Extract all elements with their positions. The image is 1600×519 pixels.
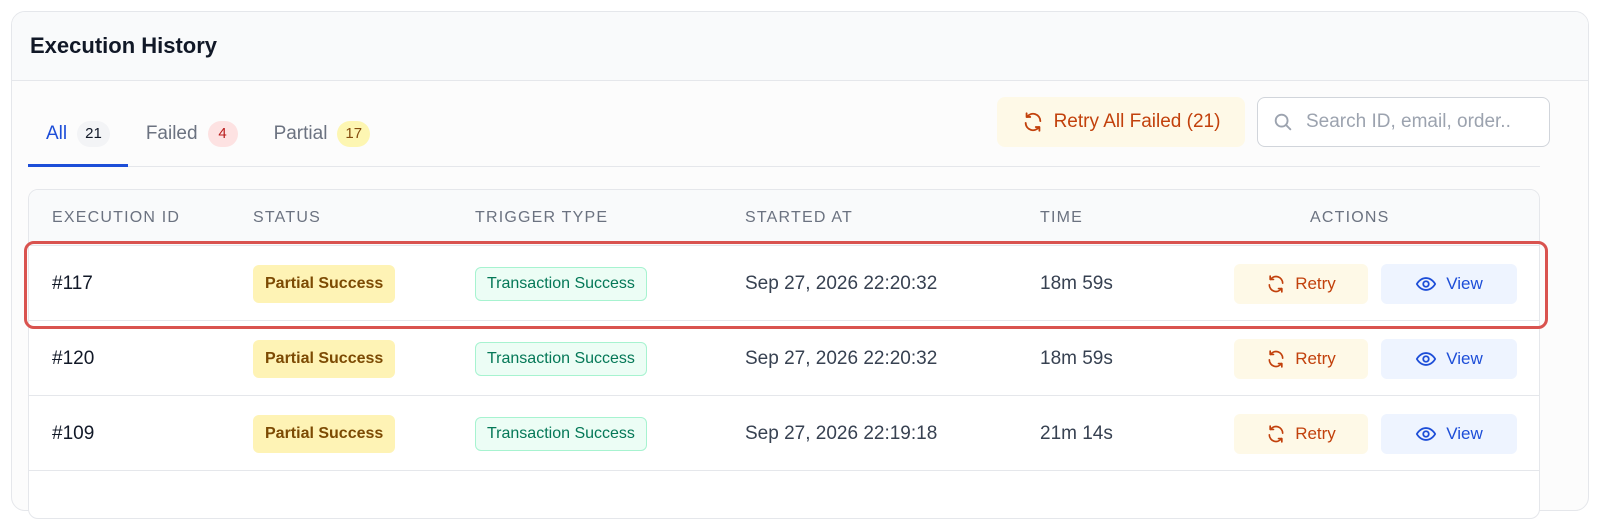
view-label: View	[1446, 423, 1483, 443]
tab-partial[interactable]: Partial 17	[256, 103, 389, 167]
retry-label: Retry	[1295, 423, 1336, 443]
column-header-execution-id: EXECUTION ID	[52, 209, 181, 226]
tab-all[interactable]: All 21	[28, 103, 128, 167]
search-icon	[1272, 111, 1294, 133]
retry-button[interactable]: Retry	[1234, 263, 1368, 304]
refresh-icon	[1266, 349, 1286, 369]
column-header-started-at: STARTED AT	[745, 209, 854, 226]
tab-partial-count: 17	[337, 120, 371, 147]
retry-all-failed-button[interactable]: Retry All Failed (21)	[997, 97, 1245, 147]
trigger-type-badge: Transaction Success	[475, 416, 647, 451]
trigger-type-badge: Transaction Success	[475, 341, 647, 376]
panel-header: Execution History	[12, 12, 1588, 81]
column-header-actions: ACTIONS	[1310, 209, 1390, 226]
retry-button[interactable]: Retry	[1234, 413, 1368, 454]
view-button[interactable]: View	[1381, 263, 1517, 304]
toolbar: All 21 Failed 4 Partial 17 Retry All Fai…	[28, 97, 1550, 167]
column-header-time: TIME	[1040, 209, 1084, 226]
retry-all-label: Retry All Failed (21)	[1053, 111, 1221, 132]
eye-icon	[1415, 273, 1437, 295]
table-row[interactable]: #120 Partial Success Transaction Success…	[29, 321, 1539, 396]
eye-icon	[1415, 423, 1437, 445]
tab-all-count: 21	[77, 120, 110, 147]
column-header-trigger-type: TRIGGER TYPE	[475, 209, 609, 226]
duration: 18m 59s	[1040, 347, 1113, 369]
tab-partial-label: Partial	[273, 122, 328, 144]
retry-label: Retry	[1295, 273, 1336, 293]
refresh-icon	[1266, 274, 1286, 294]
view-label: View	[1446, 348, 1483, 368]
status-badge: Partial Success	[253, 414, 396, 453]
started-at: Sep 27, 2026 22:20:32	[745, 347, 938, 369]
status-badge: Partial Success	[253, 264, 396, 303]
refresh-icon	[1266, 424, 1286, 444]
table-header: EXECUTION ID STATUS TRIGGER TYPE STARTED…	[29, 190, 1539, 246]
tab-failed-label: Failed	[145, 122, 198, 144]
execution-id: #120	[52, 347, 95, 369]
duration: 18m 59s	[1040, 272, 1113, 294]
panel-title: Execution History	[30, 33, 218, 58]
started-at: Sep 27, 2026 22:19:18	[745, 422, 938, 444]
row-actions: Retry View	[1234, 321, 1517, 396]
tab-bar: All 21 Failed 4 Partial 17	[28, 103, 388, 167]
eye-icon	[1415, 348, 1437, 370]
view-label: View	[1446, 273, 1483, 293]
started-at: Sep 27, 2026 22:20:32	[745, 272, 938, 294]
trigger-type-badge: Transaction Success	[475, 266, 647, 301]
row-actions: Retry View	[1234, 396, 1517, 471]
view-button[interactable]: View	[1381, 338, 1517, 379]
execution-id: #117	[52, 272, 93, 294]
status-badge: Partial Success	[253, 339, 396, 378]
view-button[interactable]: View	[1381, 413, 1517, 454]
column-header-status: STATUS	[253, 209, 321, 226]
execution-id: #109	[52, 422, 95, 444]
retry-label: Retry	[1295, 348, 1336, 368]
table-row[interactable]: #109 Partial Success Transaction Success…	[29, 396, 1539, 471]
search-input[interactable]	[1306, 111, 1535, 133]
row-actions: Retry View	[1234, 246, 1517, 321]
tab-failed-count: 4	[207, 120, 238, 147]
executions-table: EXECUTION ID STATUS TRIGGER TYPE STARTED…	[28, 189, 1540, 519]
tab-failed[interactable]: Failed 4	[128, 103, 256, 167]
search-box[interactable]	[1257, 97, 1550, 147]
retry-button[interactable]: Retry	[1234, 338, 1368, 379]
tab-all-label: All	[46, 122, 68, 144]
duration: 21m 14s	[1040, 422, 1113, 444]
table-row[interactable]: #117 Partial Success Transaction Success…	[29, 246, 1539, 321]
refresh-icon	[1022, 111, 1044, 133]
